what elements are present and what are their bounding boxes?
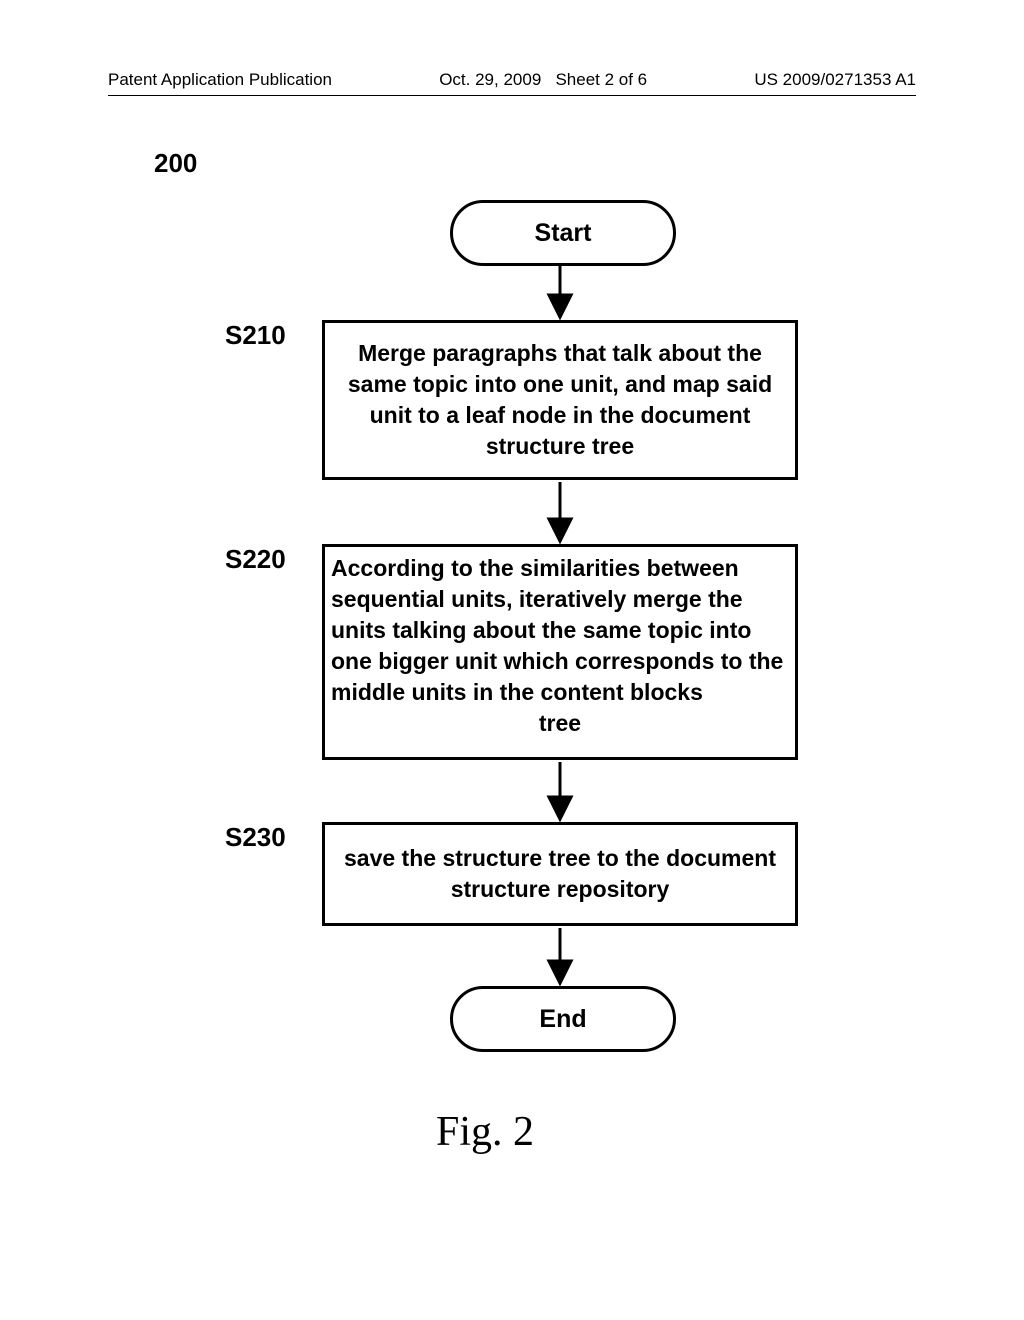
start-label: Start bbox=[535, 219, 592, 248]
header-date-sheet: Oct. 29, 2009 Sheet 2 of 6 bbox=[439, 70, 647, 90]
process-s230-text: save the structure tree to the document … bbox=[331, 843, 789, 905]
process-s220: According to the similarities between se… bbox=[322, 544, 798, 760]
step-label-s210: S210 bbox=[225, 320, 286, 351]
end-label: End bbox=[539, 1005, 586, 1034]
header-sheet: Sheet 2 of 6 bbox=[555, 70, 647, 89]
end-terminator: End bbox=[450, 986, 676, 1052]
header-date: Oct. 29, 2009 bbox=[439, 70, 541, 89]
figure-caption: Fig. 2 bbox=[436, 1108, 534, 1156]
process-s220-text-last: tree bbox=[331, 708, 789, 739]
figure-reference-number: 200 bbox=[154, 148, 197, 179]
header-divider bbox=[108, 95, 916, 96]
step-label-s230: S230 bbox=[225, 822, 286, 853]
header-pub-number: US 2009/0271353 A1 bbox=[754, 70, 916, 90]
process-s210-text: Merge paragraphs that talk about the sam… bbox=[331, 338, 789, 462]
page-header: Patent Application Publication Oct. 29, … bbox=[108, 70, 916, 90]
header-publication-label: Patent Application Publication bbox=[108, 70, 332, 90]
start-terminator: Start bbox=[450, 200, 676, 266]
process-s210: Merge paragraphs that talk about the sam… bbox=[322, 320, 798, 480]
process-s220-text-body: According to the similarities between se… bbox=[331, 555, 783, 705]
process-s230: save the structure tree to the document … bbox=[322, 822, 798, 926]
step-label-s220: S220 bbox=[225, 544, 286, 575]
